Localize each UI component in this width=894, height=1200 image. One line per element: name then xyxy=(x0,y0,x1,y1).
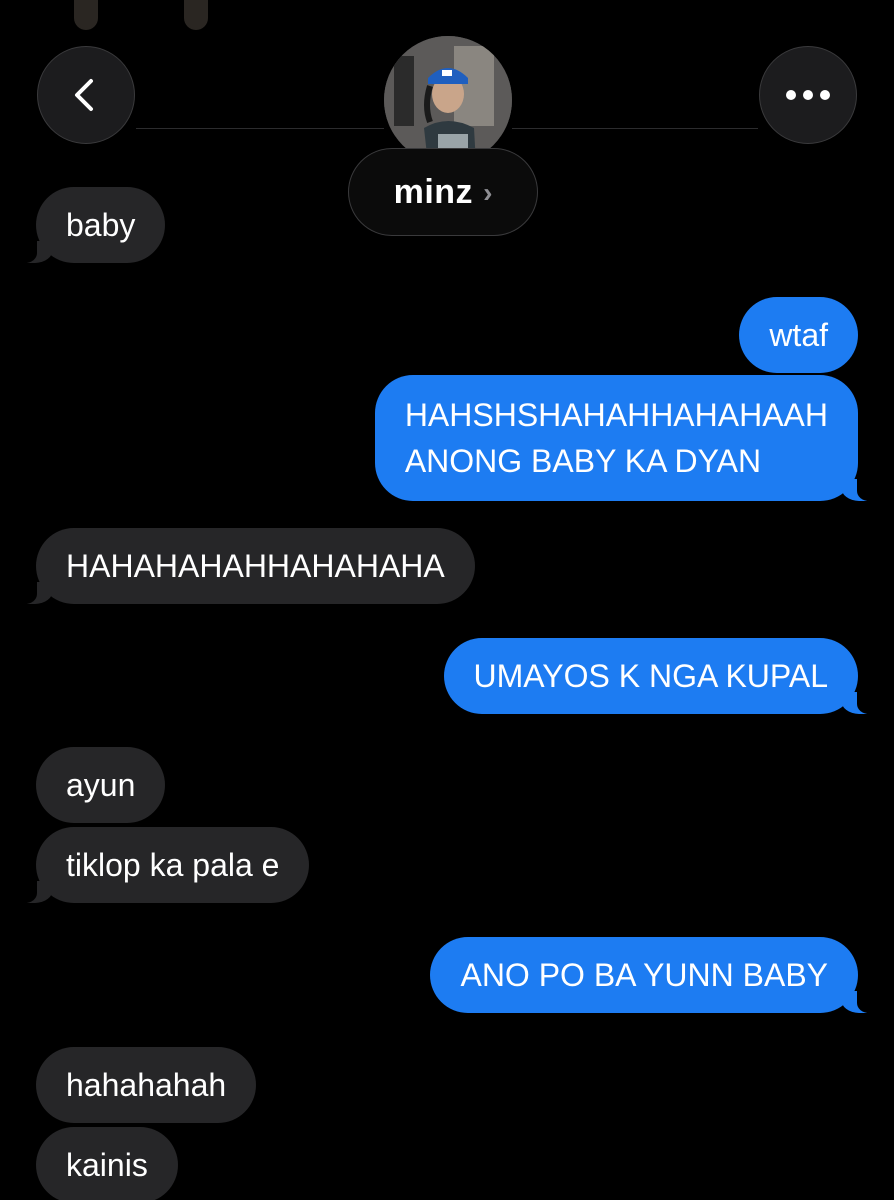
conversation-screen: minz › baby wtaf HAHSHSHAHAHHAHAHAAH ANO… xyxy=(0,0,894,1200)
outgoing-message[interactable]: ANO PO BA YUNN BABY xyxy=(430,937,877,1013)
bubble-tail xyxy=(17,237,53,263)
back-button[interactable] xyxy=(37,46,135,144)
contact-avatar[interactable] xyxy=(384,36,512,164)
message-text-line: ANONG BABY KA DYAN xyxy=(404,443,762,479)
message-text-line: HAHSHSHAHAHHAHAHAAH xyxy=(404,397,828,433)
bubble-tail xyxy=(841,987,877,1013)
message-text: tiklop ka pala e xyxy=(66,847,280,883)
outgoing-message[interactable]: wtaf xyxy=(739,297,858,373)
background-figure xyxy=(74,0,98,30)
incoming-message[interactable]: HAHAHAHAHHAHAHAHA xyxy=(17,528,475,604)
outgoing-message[interactable]: HAHSHSHAHAHHAHAHAAH ANONG BABY KA DYAN xyxy=(374,375,877,501)
ellipsis-icon xyxy=(786,90,830,100)
header-divider xyxy=(512,128,758,129)
message-text: UMAYOS K NGA KUPAL xyxy=(473,658,828,694)
chevron-left-icon xyxy=(75,79,93,111)
header-divider xyxy=(136,128,384,129)
profile-photo xyxy=(384,36,512,164)
message-text: HAHAHAHAHHAHAHAHA xyxy=(66,548,445,584)
contact-name: minz xyxy=(393,172,474,211)
contact-name-button[interactable]: minz › xyxy=(348,148,538,236)
background-figure xyxy=(184,0,208,30)
outgoing-message[interactable]: UMAYOS K NGA KUPAL xyxy=(443,638,877,714)
bubble-tail xyxy=(17,877,53,903)
message-text: ayun xyxy=(66,767,136,803)
message-text: wtaf xyxy=(769,317,828,353)
incoming-message[interactable]: baby xyxy=(17,187,166,263)
incoming-message[interactable]: ayun xyxy=(36,747,166,823)
incoming-message[interactable]: hahahahah xyxy=(36,1047,257,1123)
message-text: hahahahah xyxy=(66,1067,227,1103)
more-options-button[interactable] xyxy=(759,46,857,144)
bubble-tail xyxy=(841,688,877,714)
message-text: ANO PO BA YUNN BABY xyxy=(460,957,828,993)
bubble-tail xyxy=(17,578,53,604)
message-text: kainis xyxy=(66,1147,148,1183)
bubble-tail xyxy=(841,475,877,501)
message-text: baby xyxy=(66,207,136,243)
incoming-message[interactable]: tiklop ka pala e xyxy=(17,827,310,903)
chevron-right-icon: › xyxy=(483,177,493,208)
incoming-message[interactable]: kainis xyxy=(36,1127,178,1200)
